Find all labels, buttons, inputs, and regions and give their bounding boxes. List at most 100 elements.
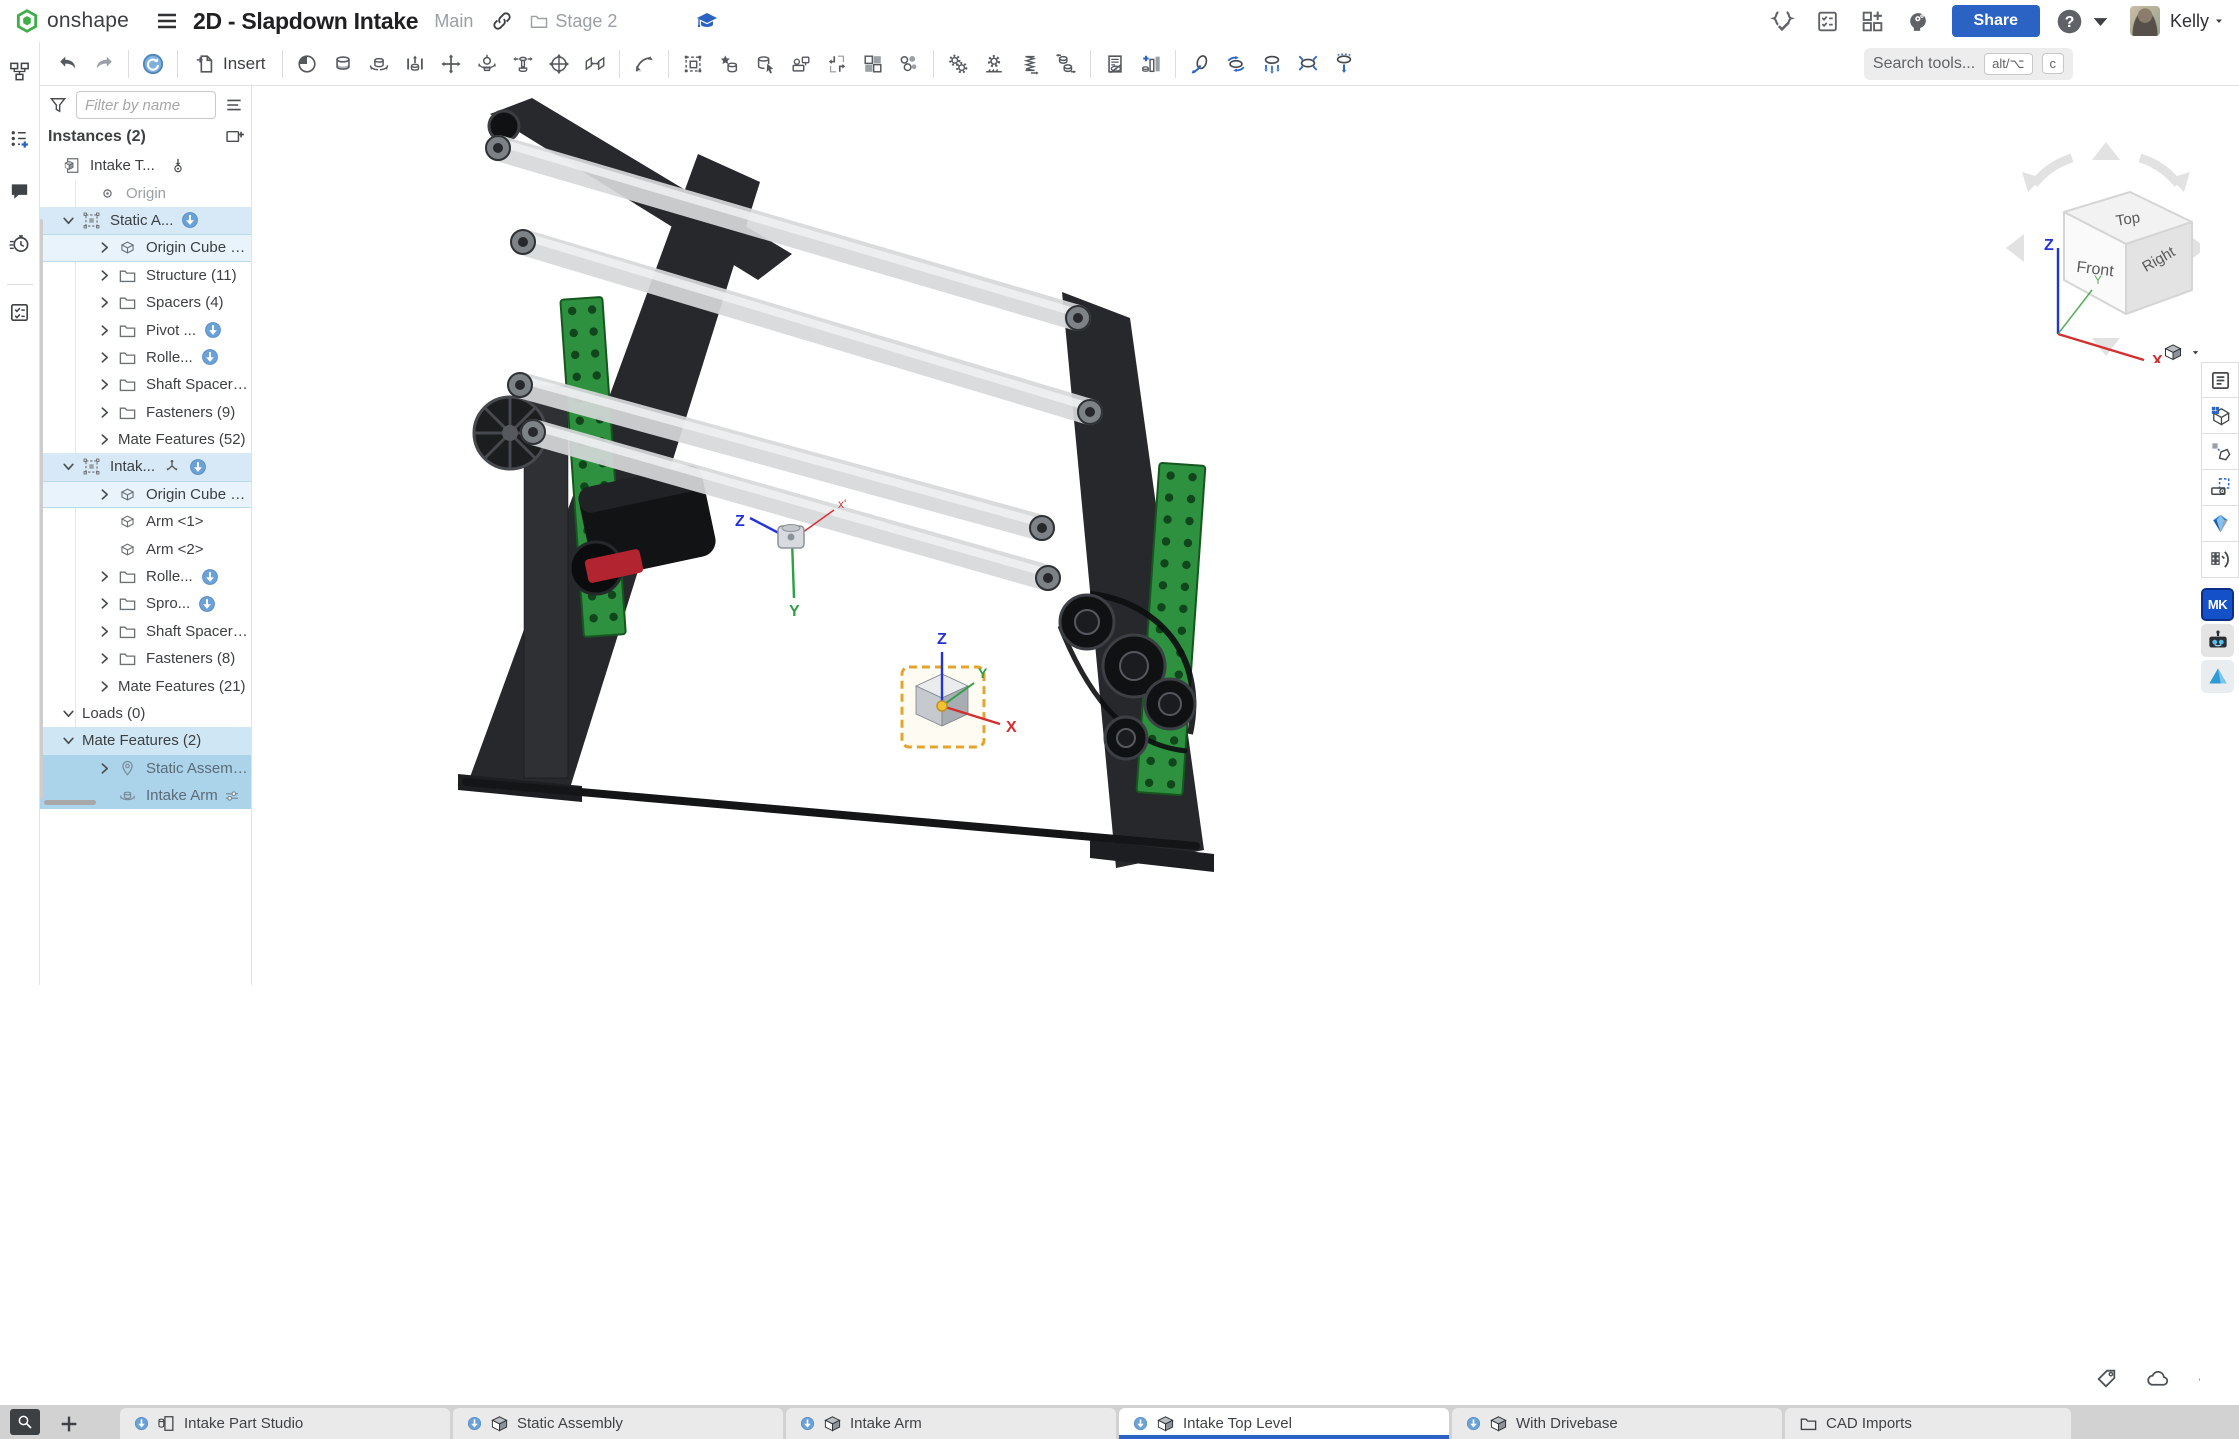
filter-input[interactable]: [76, 91, 216, 119]
insert-new-icon[interactable]: [224, 126, 245, 147]
tree-row[interactable]: Shaft Spacers (12): [40, 371, 251, 398]
panel-vertical-scrollbar[interactable]: [40, 219, 43, 799]
tree-row[interactable]: Intake Arm: [40, 782, 251, 809]
tree-row[interactable]: Origin Cube <1>: [40, 234, 251, 261]
ring-collapse-button[interactable]: [1290, 46, 1326, 82]
workspace-label[interactable]: Main: [434, 11, 473, 32]
element-tab[interactable]: Static Assembly: [453, 1408, 783, 1439]
redo-button[interactable]: [86, 46, 122, 82]
expand-chevron[interactable]: [62, 734, 82, 747]
loop-button[interactable]: [1218, 46, 1254, 82]
pie-button[interactable]: [289, 46, 325, 82]
tree-row[interactable]: Pivot ...: [40, 316, 251, 343]
history-button[interactable]: [5, 230, 35, 256]
rotate-left-arrow[interactable]: [2006, 234, 2024, 262]
element-tab[interactable]: CAD Imports: [1785, 1408, 2071, 1439]
chevron-down-icon[interactable]: [2213, 15, 2225, 27]
user-name[interactable]: Kelly: [2170, 11, 2209, 32]
panel-horizontal-scrollbar[interactable]: [44, 800, 96, 805]
cloud-button[interactable]: [2145, 1366, 2170, 1391]
rotate-up-arrow[interactable]: [2092, 142, 2120, 160]
tree-row[interactable]: Arm <2>: [40, 535, 251, 562]
user-avatar[interactable]: [2130, 6, 2160, 36]
3d-viewport[interactable]: Z Y x' Z X Y: [252, 86, 2239, 1405]
star-cyl-button[interactable]: [711, 46, 747, 82]
versions-button[interactable]: [5, 58, 35, 84]
element-tab[interactable]: Intake Part Studio: [120, 1408, 450, 1439]
help-menu[interactable]: [2056, 8, 2114, 35]
tree-row[interactable]: Static Assembly: [40, 755, 251, 782]
section-box-panel-button[interactable]: [2201, 470, 2239, 506]
select-box-button[interactable]: [675, 46, 711, 82]
expand-chevron[interactable]: [98, 680, 118, 693]
gears-button[interactable]: [940, 46, 976, 82]
belt-button[interactable]: [1048, 46, 1084, 82]
tree-row[interactable]: Mate Features (52): [40, 426, 251, 453]
insert-button[interactable]: Insert: [184, 46, 276, 82]
learning-center-icon[interactable]: [695, 9, 719, 33]
expand-chevron[interactable]: [62, 214, 82, 227]
cad-model-canvas[interactable]: Z Y x' Z X Y: [252, 86, 2239, 1405]
onshape-logo[interactable]: onshape: [14, 8, 129, 34]
tasks-button[interactable]: [5, 299, 35, 325]
origin-cube-selection[interactable]: Z X Y: [902, 631, 1017, 747]
gem-panel-button[interactable]: [2201, 506, 2239, 542]
code-check-button[interactable]: [1770, 9, 1795, 34]
expand-chevron[interactable]: [98, 570, 118, 583]
sliderctl-icon[interactable]: [223, 787, 241, 805]
cyl-button[interactable]: [325, 46, 361, 82]
dl-icon[interactable]: [201, 348, 219, 366]
ring-down-button[interactable]: [1254, 46, 1290, 82]
expand-chevron[interactable]: [98, 652, 118, 665]
cyl-slide-button[interactable]: [397, 46, 433, 82]
tree-row[interactable]: Rolle...: [40, 563, 251, 590]
tree-row[interactable]: Origin Cube <1>: [40, 481, 251, 508]
versions-link-icon[interactable]: [491, 10, 513, 32]
app-tri-button[interactable]: [2201, 660, 2234, 693]
spheres-button[interactable]: [891, 46, 927, 82]
list-view-icon[interactable]: [224, 95, 244, 115]
dl-icon[interactable]: [189, 458, 207, 476]
expand-chevron[interactable]: [98, 324, 118, 337]
snap-button[interactable]: [626, 46, 662, 82]
centerpin-icon[interactable]: [169, 157, 187, 175]
tpin-button[interactable]: [505, 46, 541, 82]
app-robot-button[interactable]: [2201, 624, 2234, 657]
follow-button[interactable]: [5, 126, 35, 152]
ring-drop-button[interactable]: [1326, 46, 1362, 82]
cols-plus-button[interactable]: [1133, 46, 1169, 82]
apps-plus-button[interactable]: [1860, 9, 1885, 34]
main-menu-button[interactable]: [155, 9, 179, 33]
tag-button[interactable]: [2094, 1366, 2119, 1391]
expand-chevron[interactable]: [98, 296, 118, 309]
cube-grid-panel-button[interactable]: [2201, 398, 2239, 434]
checklist-doc-button[interactable]: [1815, 9, 1840, 34]
element-tab[interactable]: With Drivebase: [1452, 1408, 1782, 1439]
tree-row[interactable]: Rolle...: [40, 344, 251, 371]
expand-chevron[interactable]: [98, 597, 118, 610]
tree-row[interactable]: Spro...: [40, 590, 251, 617]
rotate-down-arrow[interactable]: [2092, 338, 2120, 356]
tree-row[interactable]: Fasteners (8): [40, 645, 251, 672]
folder-breadcrumb[interactable]: Stage 2: [529, 11, 617, 32]
spring-button[interactable]: [1012, 46, 1048, 82]
tree-row[interactable]: Loads (0): [40, 700, 251, 727]
dl-icon[interactable]: [198, 595, 216, 613]
expand-chevron[interactable]: [98, 378, 118, 391]
dl-icon[interactable]: [181, 211, 199, 229]
dl-icon[interactable]: [201, 568, 219, 586]
filter-icon[interactable]: [48, 95, 68, 115]
expand-chevron[interactable]: [98, 351, 118, 364]
app-mk-button[interactable]: MK: [2201, 588, 2234, 621]
tree-row[interactable]: Mate Features (21): [40, 672, 251, 699]
doc-eye-button[interactable]: [1097, 46, 1133, 82]
expand-chevron[interactable]: [98, 625, 118, 638]
view-options-menu[interactable]: [2163, 342, 2201, 362]
cyl-cursor-button[interactable]: [747, 46, 783, 82]
gear-fix-button[interactable]: [976, 46, 1012, 82]
bom-panel-button[interactable]: [2201, 362, 2239, 398]
tree-row[interactable]: Shaft Spacers (3): [40, 618, 251, 645]
planes-button[interactable]: [577, 46, 613, 82]
tree-row[interactable]: Spacers (4): [40, 289, 251, 316]
tree-row[interactable]: Fasteners (9): [40, 399, 251, 426]
